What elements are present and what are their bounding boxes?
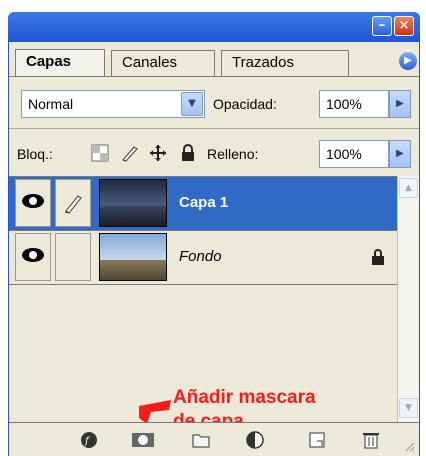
- blend-row: Normal ▼ Opacidad: 100% ▶: [9, 88, 419, 124]
- blend-mode-value: Normal: [28, 96, 74, 112]
- divider: [9, 128, 419, 129]
- new-group-icon[interactable]: [191, 431, 211, 449]
- visibility-toggle[interactable]: [15, 233, 51, 281]
- layer-thumbnail: [99, 179, 167, 227]
- palette-title-bar[interactable]: – ×: [8, 12, 420, 42]
- tab-bar: Capas Canales Trazados ▶: [9, 42, 419, 78]
- add-layer-mask-icon[interactable]: [131, 431, 155, 449]
- layer-link-cell[interactable]: [55, 233, 91, 281]
- palette-menu-button[interactable]: ▶: [399, 52, 417, 70]
- layers-palette: – × Capas Canales Trazados ▶ Normal ▼ Op…: [0, 0, 426, 456]
- tab-trazados[interactable]: Trazados: [221, 50, 349, 76]
- lock-all-icon[interactable]: [179, 144, 197, 162]
- layer-thumbnail: [99, 233, 167, 281]
- resize-grip-icon[interactable]: [403, 440, 415, 452]
- layer-row-fondo[interactable]: Fondo: [9, 231, 397, 285]
- layer-name[interactable]: Fondo: [179, 247, 222, 267]
- eye-icon: [22, 194, 44, 208]
- scroll-up-button[interactable]: ▲: [399, 178, 418, 198]
- palette-body: Capas Canales Trazados ▶ Normal ▼ Opacid…: [8, 42, 420, 456]
- tab-canales[interactable]: Canales: [111, 50, 215, 76]
- close-button[interactable]: ×: [394, 16, 414, 36]
- fill-label: Relleno:: [207, 146, 259, 162]
- trash-icon[interactable]: [361, 431, 381, 449]
- layers-toolbar: f: [9, 422, 419, 456]
- chevron-down-icon[interactable]: ▼: [181, 92, 203, 116]
- eye-icon: [22, 248, 44, 262]
- annotation-line-1: Añadir mascara: [173, 387, 316, 408]
- layer-row-capa-1[interactable]: Capa 1: [9, 177, 397, 231]
- lock-icon: [371, 249, 385, 265]
- minimize-icon: –: [378, 18, 386, 33]
- visibility-toggle[interactable]: [15, 179, 51, 227]
- close-icon: ×: [398, 18, 410, 33]
- lock-image-pixels-icon[interactable]: [121, 144, 139, 162]
- opacity-label: Opacidad:: [213, 96, 277, 112]
- tab-divider: [9, 76, 419, 77]
- triangle-right-icon: ▶: [404, 55, 412, 66]
- layer-name[interactable]: Capa 1: [179, 193, 228, 213]
- opacity-value: 100%: [326, 96, 362, 112]
- opacity-field[interactable]: 100%: [319, 90, 389, 118]
- tab-capas[interactable]: Capas: [15, 49, 105, 77]
- lock-row: Bloq.: Relleno: 100% ▶: [9, 136, 419, 172]
- triangle-right-icon: ▶: [396, 148, 404, 159]
- new-layer-icon[interactable]: [307, 431, 327, 449]
- triangle-right-icon: ▶: [396, 98, 404, 109]
- layer-link-cell[interactable]: [55, 179, 91, 227]
- minimize-button[interactable]: –: [372, 16, 392, 36]
- fill-slider-button[interactable]: ▶: [389, 140, 411, 168]
- scroll-down-button[interactable]: ▼: [399, 398, 418, 418]
- lock-transparent-pixels-icon[interactable]: [91, 144, 109, 162]
- fill-field[interactable]: 100%: [319, 140, 389, 168]
- lock-label: Bloq.:: [17, 146, 53, 162]
- blend-mode-select[interactable]: Normal ▼: [21, 90, 205, 118]
- adjustment-layer-icon[interactable]: [245, 431, 265, 449]
- brush-icon: [65, 195, 82, 214]
- opacity-slider-button[interactable]: ▶: [389, 90, 411, 118]
- layer-style-icon[interactable]: f: [79, 431, 99, 449]
- vertical-scrollbar[interactable]: ▲ ▼: [397, 176, 419, 422]
- fill-value: 100%: [326, 146, 362, 162]
- lock-position-icon[interactable]: [149, 144, 167, 162]
